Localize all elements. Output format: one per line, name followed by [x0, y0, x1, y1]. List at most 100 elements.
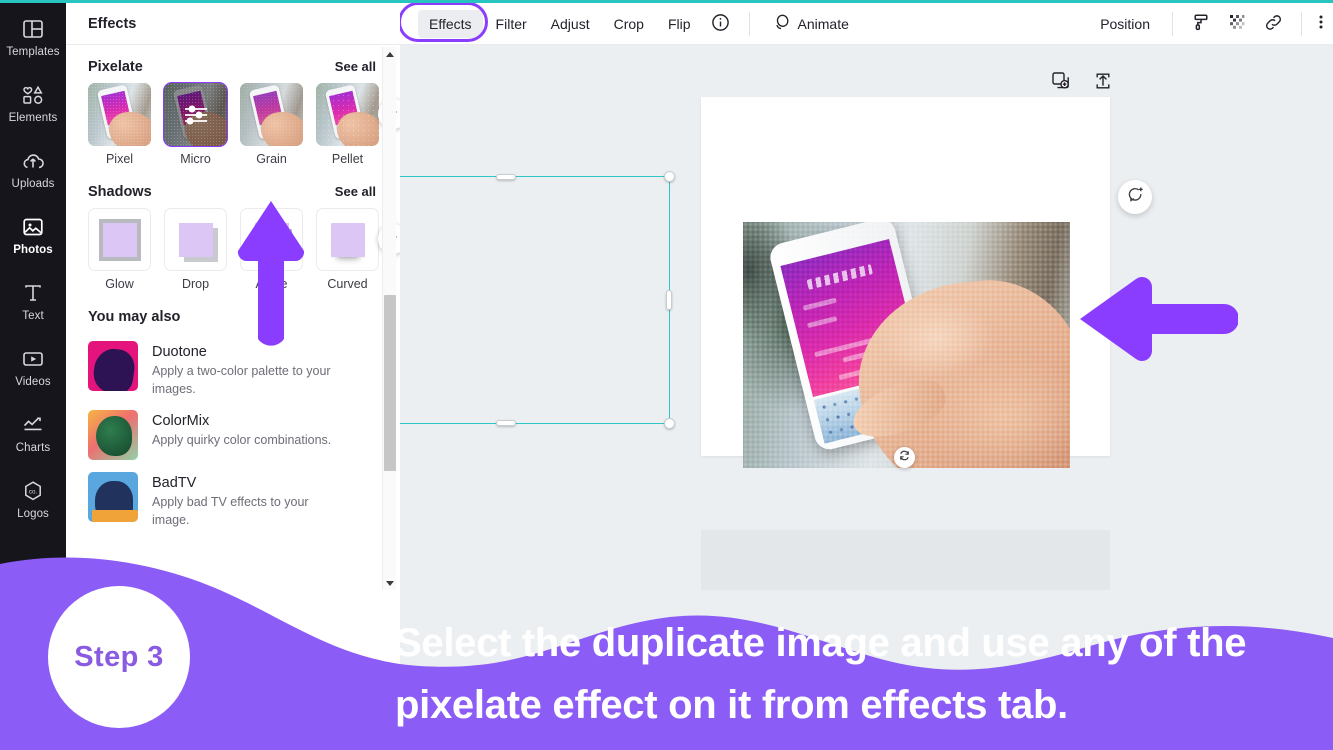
animate-button[interactable]: Animate — [761, 10, 860, 38]
sidebar-item-label: Templates — [6, 46, 59, 58]
effect-thumbnail[interactable] — [88, 83, 151, 146]
add-page-icon[interactable] — [1092, 70, 1114, 92]
effect-thumbnail[interactable] — [240, 83, 303, 146]
toolbar-divider — [749, 12, 750, 36]
sidebar-item-text[interactable]: Text — [0, 268, 66, 334]
sidebar-item-uploads[interactable]: Uploads — [0, 136, 66, 202]
see-all-pixelate[interactable]: See all — [335, 59, 376, 74]
shadow-thumbnail[interactable] — [240, 208, 303, 271]
rotate-handle[interactable] — [894, 447, 915, 468]
shadow-swatch — [331, 223, 365, 257]
effect-label: Grain — [240, 152, 303, 166]
sidebar-item-label: Elements — [9, 112, 58, 124]
sidebar-item-label: Logos — [17, 508, 49, 520]
tab-effects[interactable]: Effects — [418, 10, 483, 38]
suggestion-item-duotone[interactable]: Duotone Apply a two-color palette to you… — [66, 335, 400, 404]
transparency-button[interactable] — [1220, 9, 1254, 39]
tab-flip[interactable]: Flip — [657, 10, 702, 38]
suggestion-name: Duotone — [152, 342, 338, 362]
effect-tile-grain[interactable]: Grain — [240, 83, 303, 166]
effect-tile-pixel[interactable]: Pixel — [88, 83, 151, 166]
panel-scrollbar[interactable] — [382, 47, 396, 590]
sidebar-item-label: Text — [22, 310, 44, 322]
tab-adjust[interactable]: Adjust — [540, 10, 601, 38]
info-icon — [711, 13, 730, 35]
link-icon — [1263, 12, 1284, 36]
toolbar-divider — [1172, 12, 1173, 36]
shadow-swatch — [255, 223, 289, 257]
shadow-thumbnail[interactable] — [88, 208, 151, 271]
add-comment-icon — [1126, 185, 1145, 209]
panel-title: Effects — [88, 16, 136, 32]
tab-crop[interactable]: Crop — [603, 10, 655, 38]
scroll-up-button[interactable] — [383, 47, 397, 61]
svg-text:co.: co. — [29, 488, 38, 495]
more-options-button[interactable] — [1313, 9, 1329, 39]
tab-filter[interactable]: Filter — [485, 10, 538, 38]
triangle-up-icon — [386, 52, 394, 57]
sidebar-item-label: Charts — [16, 442, 50, 454]
see-all-shadows[interactable]: See all — [335, 184, 376, 199]
sidebar-item-videos[interactable]: Videos — [0, 334, 66, 400]
videos-icon — [21, 347, 45, 371]
toolbar-divider — [1301, 12, 1302, 36]
paint-roller-icon — [1191, 12, 1211, 35]
shadow-thumbnail[interactable] — [164, 208, 227, 271]
sidebar-item-templates[interactable]: Templates — [0, 4, 66, 70]
effect-tile-micro[interactable]: Micro — [164, 83, 227, 166]
suggestion-thumbnail — [88, 472, 138, 522]
shadow-swatch — [179, 223, 213, 257]
effect-label: Micro — [164, 152, 227, 166]
transparency-icon — [1227, 12, 1247, 35]
text-icon — [21, 281, 45, 305]
shadow-label: Curved — [316, 277, 379, 291]
instruction-caption: Select the duplicate image and use any o… — [395, 612, 1313, 736]
animate-icon — [772, 13, 791, 35]
suggestion-name: ColorMix — [152, 411, 331, 431]
suggestion-description: Apply a two-color palette to your images… — [152, 362, 338, 398]
vertical-dots-icon — [1319, 14, 1323, 33]
logos-icon: co. — [21, 479, 45, 503]
effect-thumbnail-selected[interactable] — [164, 83, 227, 146]
top-accent-rule — [0, 0, 1333, 3]
add-comment-button[interactable] — [1118, 180, 1152, 214]
suggestion-item-colormix[interactable]: ColorMix Apply quirky color combinations… — [66, 404, 400, 466]
position-button[interactable]: Position — [1089, 10, 1161, 38]
canvas-page-1[interactable] — [701, 97, 1110, 456]
shadow-thumbnail[interactable] — [316, 208, 379, 271]
shadow-tile-angle[interactable]: Angle — [240, 208, 303, 291]
rotate-handle-icon — [898, 449, 911, 467]
sidebar-item-photos[interactable]: Photos — [0, 202, 66, 268]
templates-icon — [21, 17, 45, 41]
shadow-label: Angle — [240, 277, 303, 291]
effect-thumbnail[interactable] — [316, 83, 379, 146]
app-logo-blur — [807, 264, 873, 290]
link-button[interactable] — [1256, 9, 1290, 39]
section-header-suggestions: You may also — [66, 291, 400, 335]
info-button[interactable] — [704, 9, 738, 39]
canvas-pointer-arrow-left — [1078, 276, 1238, 367]
paint-roller-button[interactable] — [1184, 9, 1218, 39]
suggestion-name: BadTV — [152, 473, 338, 493]
step-badge: Step 3 — [48, 586, 190, 728]
effect-tile-pellet[interactable]: Pellet — [316, 83, 379, 166]
animate-label: Animate — [798, 16, 849, 32]
sidebar-item-label: Uploads — [12, 178, 55, 190]
shadow-tile-glow[interactable]: Glow — [88, 208, 151, 291]
sidebar-item-label: Photos — [13, 244, 53, 256]
sidebar-item-label: Videos — [15, 376, 51, 388]
sidebar-item-elements[interactable]: Elements — [0, 70, 66, 136]
scrollbar-thumb[interactable] — [384, 295, 396, 471]
section-header-pixelate: Pixelate See all — [66, 45, 400, 83]
shadows-row: Glow Drop Angle Curved — [66, 208, 400, 291]
uploads-icon — [21, 149, 45, 173]
duplicate-page-icon[interactable] — [1050, 70, 1072, 92]
sidebar-item-charts[interactable]: Charts — [0, 400, 66, 466]
suggestion-thumbnail — [88, 341, 138, 391]
suggestion-thumbnail — [88, 410, 138, 460]
suggestion-description: Apply quirky color combinations. — [152, 431, 331, 449]
selected-image-phone-in-hand[interactable] — [743, 222, 1070, 468]
shadow-tile-drop[interactable]: Drop — [164, 208, 227, 291]
shadow-tile-curved[interactable]: Curved — [316, 208, 379, 291]
shadow-label: Glow — [88, 277, 151, 291]
